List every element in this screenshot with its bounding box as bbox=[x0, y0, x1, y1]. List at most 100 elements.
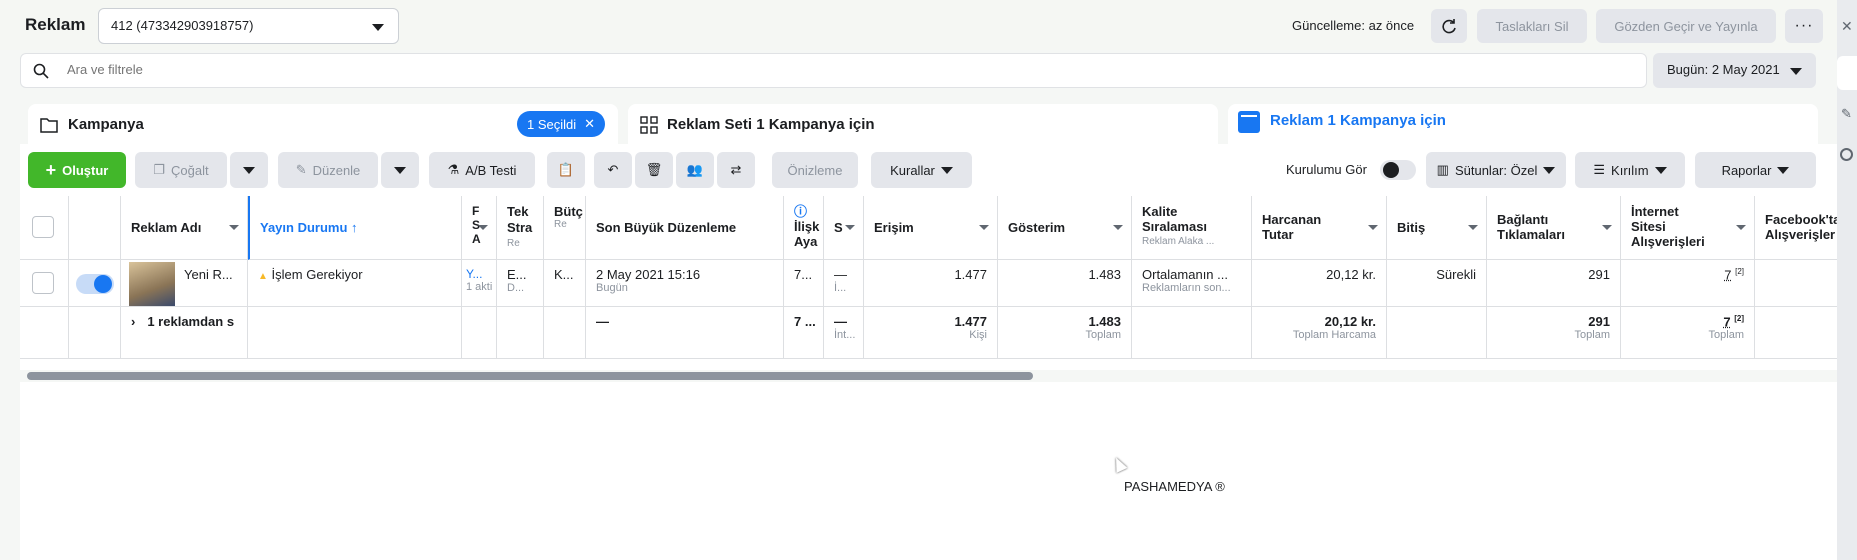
row-s2-value: — bbox=[834, 267, 847, 282]
column-link-clicks-label-b: Tıklamaları bbox=[1497, 227, 1565, 242]
horizontal-scrollbar[interactable] bbox=[27, 372, 1033, 380]
audience-button[interactable]: 👥 bbox=[676, 152, 714, 188]
row-spent: 20,12 kr. bbox=[1252, 260, 1387, 307]
row-web-purchases-value[interactable]: 7 bbox=[1724, 267, 1731, 282]
tab-adset[interactable]: Reklam Seti 1 Kampanya için bbox=[628, 104, 1218, 144]
column-link-clicks[interactable]: Bağlantı Tıklamaları bbox=[1487, 196, 1621, 260]
column-reach[interactable]: Erişim bbox=[864, 196, 998, 260]
column-delivery[interactable]: Yayın Durumu ↑ bbox=[248, 196, 462, 260]
flask-icon: ⚗ bbox=[447, 162, 460, 177]
more-options-button[interactable]: ··· bbox=[1785, 9, 1823, 43]
reports-label: Raporlar bbox=[1721, 162, 1772, 178]
summary-s2: — İnt... bbox=[824, 307, 864, 359]
column-last-edit-label: Son Büyük Düzenleme bbox=[596, 220, 737, 235]
row-delivery: ▲ İşlem Gerekiyor bbox=[248, 260, 462, 307]
duplicate-dropdown[interactable] bbox=[230, 152, 268, 188]
column-link-clicks-label: Bağlantı bbox=[1497, 212, 1549, 227]
promote-icon: ⇄ bbox=[730, 162, 742, 177]
breakdown-icon: ☰ bbox=[1593, 162, 1606, 177]
duplicate-button[interactable]: ❐ Çoğalt bbox=[135, 152, 227, 188]
row-ad-name[interactable]: Yeni R... bbox=[121, 260, 248, 307]
view-setup-toggle[interactable] bbox=[1380, 160, 1416, 180]
chevron-down-icon bbox=[940, 166, 953, 174]
selected-pill[interactable]: 1 Seçildi ✕ bbox=[517, 111, 606, 137]
column-impressions[interactable]: Gösterim bbox=[998, 196, 1132, 260]
summary-web-purchases-value[interactable]: 7 bbox=[1723, 314, 1730, 329]
column-ends-label: Bitiş bbox=[1397, 220, 1426, 235]
ad-active-toggle[interactable] bbox=[76, 274, 114, 294]
column-attr-label: İlişk bbox=[794, 219, 820, 234]
sort-icon bbox=[979, 225, 989, 230]
tab-ad[interactable]: Reklam 1 Kampanya için bbox=[1228, 104, 1818, 144]
promote-button[interactable]: ⇄ bbox=[717, 152, 755, 188]
create-button[interactable]: + Oluştur bbox=[28, 152, 126, 188]
column-strategy-label-b: Stra bbox=[507, 220, 533, 235]
columns-button[interactable]: ▥ Sütunlar: Özel bbox=[1426, 152, 1566, 188]
sort-icon bbox=[229, 225, 239, 230]
close-icon[interactable]: ✕ bbox=[1841, 18, 1853, 35]
right-rail: ✕ ✎ bbox=[1837, 0, 1857, 560]
review-publish-button[interactable]: Gözden Geçir ve Yayınla bbox=[1596, 9, 1776, 43]
summary-c1 bbox=[462, 307, 497, 359]
row-quality-value: Ortalamanın ... bbox=[1142, 267, 1228, 282]
close-icon[interactable]: ✕ bbox=[584, 116, 595, 132]
row-web-purchases-note: [2] bbox=[1735, 267, 1744, 276]
ab-test-button[interactable]: ⚗ A/B Testi bbox=[429, 152, 535, 188]
chart-icon[interactable] bbox=[1837, 56, 1857, 90]
row-checkbox[interactable] bbox=[32, 272, 54, 294]
column-strategy[interactable]: Tek Stra Re bbox=[497, 196, 544, 260]
column-ad-name[interactable]: Reklam Adı bbox=[121, 196, 248, 260]
preview-button[interactable]: Önizleme bbox=[772, 152, 858, 188]
row-c1-value[interactable]: Y... bbox=[466, 267, 492, 281]
search-input[interactable] bbox=[67, 62, 667, 77]
delete-button[interactable]: 🗑 bbox=[635, 152, 673, 188]
refresh-button[interactable] bbox=[1431, 9, 1467, 43]
column-spent[interactable]: Harcanan Tutar bbox=[1252, 196, 1387, 260]
toolbar: + Oluştur ❐ Çoğalt ✎ Düzenle ⚗ A/B Testi… bbox=[20, 144, 1837, 196]
column-fb-purchases[interactable]: Facebook'takAlışverişler bbox=[1755, 196, 1837, 260]
column-last-edit[interactable]: Son Büyük Düzenleme bbox=[586, 196, 784, 260]
reports-button[interactable]: Raporlar bbox=[1695, 152, 1816, 188]
row-quality-sub: Reklamların son... bbox=[1142, 282, 1231, 294]
summary-fb-purchases bbox=[1755, 307, 1837, 359]
row-strategy-value: E... bbox=[507, 267, 527, 282]
pencil-icon[interactable]: ✎ bbox=[1841, 106, 1852, 122]
column-c1[interactable]: FSA bbox=[462, 196, 497, 260]
summary-link-clicks-sub: Toplam bbox=[1574, 329, 1610, 341]
column-web-purchases-label-b: Sitesi bbox=[1631, 219, 1666, 234]
summary-reach-sub: Kişi bbox=[969, 329, 987, 341]
row-c1-sub: 1 akti bbox=[466, 281, 493, 293]
summary-quality bbox=[1132, 307, 1252, 359]
duplicate-icon: ❐ bbox=[153, 162, 166, 177]
account-dropdown[interactable]: 412 (473342903918757) bbox=[98, 8, 399, 44]
summary-web-purchases-sub: Toplam bbox=[1708, 329, 1744, 342]
column-c1-label: F bbox=[472, 204, 480, 218]
column-s2[interactable]: S bbox=[824, 196, 864, 260]
column-quality[interactable]: Kalite Sıralaması Reklam Alaka ... bbox=[1132, 196, 1252, 260]
rules-button[interactable]: Kurallar bbox=[871, 152, 972, 188]
summary-label-cell[interactable]: › 1 reklamdan s bbox=[121, 307, 248, 359]
column-budget[interactable]: Bütç Re bbox=[544, 196, 586, 260]
clock-icon[interactable] bbox=[1840, 148, 1853, 161]
clear-drafts-button[interactable]: Taslakları Sil bbox=[1477, 9, 1587, 43]
column-attribution[interactable]: ⓘ İlişk Aya bbox=[784, 196, 824, 260]
trash-icon: 🗑 bbox=[645, 162, 663, 177]
column-web-purchases[interactable]: İnternet Sitesi Alışverişleri bbox=[1621, 196, 1755, 260]
ad-thumbnail bbox=[129, 262, 175, 306]
tab-campaign[interactable]: Kampanya 1 Seçildi ✕ bbox=[28, 104, 618, 144]
clipboard-button[interactable]: 📋 bbox=[547, 152, 585, 188]
columns-icon: ▥ bbox=[1436, 162, 1449, 177]
breakdown-button[interactable]: ☰ Kırılım bbox=[1575, 152, 1685, 188]
chevron-down-icon bbox=[372, 24, 384, 31]
undo-button[interactable]: ↶ bbox=[594, 152, 632, 188]
sort-icon bbox=[1602, 225, 1612, 230]
row-toggle-cell bbox=[69, 260, 121, 307]
tab-campaign-label: Kampanya bbox=[68, 116, 144, 133]
edit-dropdown[interactable] bbox=[381, 152, 419, 188]
select-all-checkbox[interactable] bbox=[32, 216, 54, 238]
summary-attribution: 7 ... bbox=[784, 307, 824, 359]
column-ends[interactable]: Bitiş bbox=[1387, 196, 1487, 260]
summary-link-clicks-value: 291 bbox=[1588, 314, 1610, 329]
date-range-button[interactable]: Bugün: 2 May 2021 bbox=[1653, 53, 1816, 88]
edit-button[interactable]: ✎ Düzenle bbox=[278, 152, 378, 188]
